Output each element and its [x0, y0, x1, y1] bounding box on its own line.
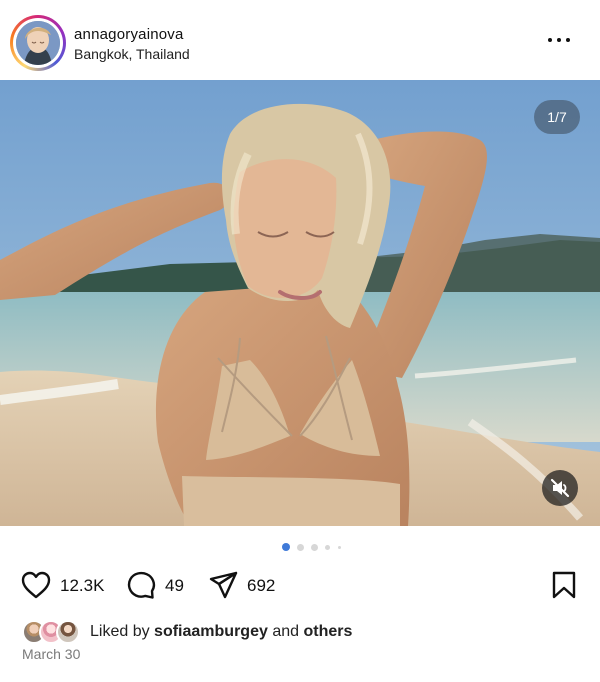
more-options-icon: [548, 38, 552, 42]
like-count: 12.3K: [60, 576, 105, 595]
carousel-dot: [311, 544, 318, 551]
post-photo: [0, 80, 600, 526]
likes-summary: Liked by sofiaamburgey and others: [22, 620, 582, 644]
avatar-image: [16, 21, 60, 65]
post-date: March 30: [22, 646, 81, 662]
carousel-dot-active: [282, 543, 290, 551]
username[interactable]: annagoryainova: [74, 26, 184, 43]
comment-count: 49: [165, 576, 184, 595]
like-action[interactable]: 12.3K: [20, 570, 120, 600]
liked-by-avatars[interactable]: [22, 620, 84, 644]
heart-icon: [21, 571, 51, 599]
instagram-post: annagoryainova Bangkok, Thailand 1/7 12.…: [0, 0, 600, 682]
carousel-dot: [325, 545, 330, 550]
more-options-icon: [566, 38, 570, 42]
media-counter: 1/7: [534, 100, 580, 134]
share-action[interactable]: 692: [207, 570, 297, 600]
more-options-icon: [557, 38, 561, 42]
avatar-border: [13, 18, 63, 68]
likes-prefix: Liked by: [90, 623, 150, 640]
carousel-dot: [338, 546, 341, 549]
share-icon: [209, 571, 238, 599]
mute-button[interactable]: [542, 470, 578, 506]
comment-action[interactable]: 49: [125, 570, 205, 600]
carousel-indicators: [282, 543, 352, 553]
likes-middle: and: [272, 623, 300, 640]
profile-avatar[interactable]: [10, 15, 66, 71]
likes-text: Liked by sofiaamburgey and others: [90, 623, 352, 641]
likes-others[interactable]: others: [303, 623, 352, 640]
avatar-illustration: [16, 21, 60, 65]
liked-by-user[interactable]: sofiaamburgey: [154, 623, 268, 640]
bookmark-icon: [552, 571, 576, 599]
carousel-dot: [297, 544, 304, 551]
share-count: 692: [247, 576, 276, 595]
location-text[interactable]: Bangkok, Thailand: [74, 46, 190, 62]
post-header: annagoryainova Bangkok, Thailand: [0, 0, 600, 80]
save-button[interactable]: [548, 570, 580, 600]
post-actions: 12.3K 49 692: [0, 560, 600, 610]
liker-avatar: [56, 620, 80, 644]
more-options-button[interactable]: [548, 30, 572, 50]
post-media[interactable]: 1/7: [0, 80, 600, 526]
mute-icon: [550, 478, 570, 498]
comment-icon: [127, 571, 156, 599]
